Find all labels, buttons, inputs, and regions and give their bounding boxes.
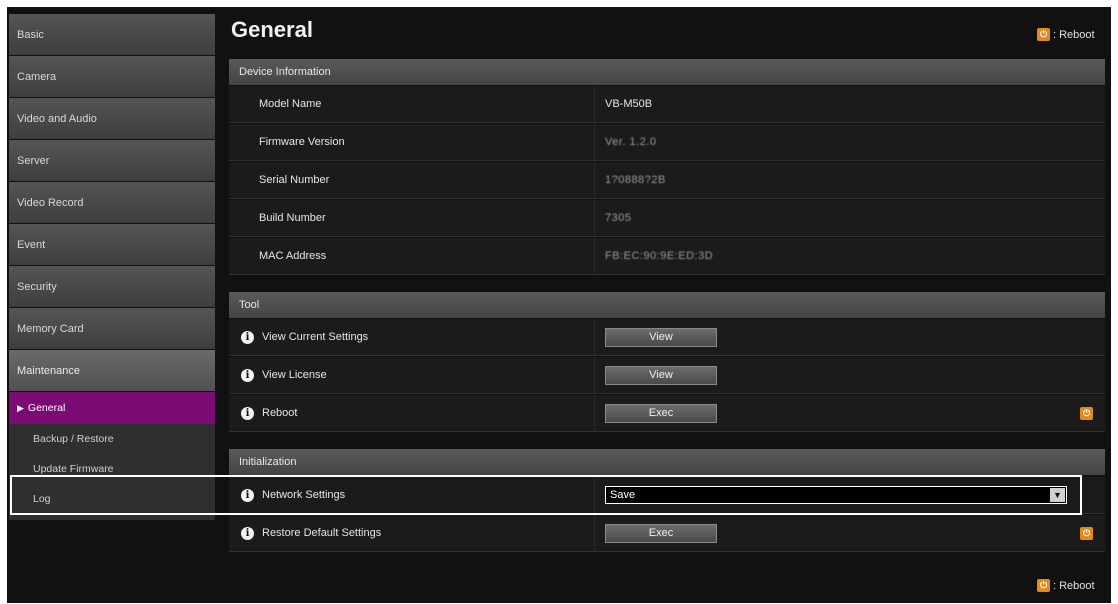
row-restore-default-settings: i Restore Default Settings Exec ⏻ (229, 515, 1105, 552)
field-value: 7305 (605, 212, 632, 224)
power-icon: ⏻ (1037, 579, 1050, 592)
field-value-cell: FB:EC:90:9E:ED:3D (594, 238, 1105, 274)
field-label-cell: i View License (229, 357, 594, 393)
row-model-name: Model Name VB-M50B (229, 86, 1105, 123)
field-value-cell: Save ▼ (594, 477, 1105, 513)
submenu-item-general[interactable]: ▶ General (9, 392, 215, 424)
submenu-item-backup-restore[interactable]: Backup / Restore (9, 424, 215, 454)
field-value: 1?0888?2B (605, 174, 666, 186)
sidebar-item-label: Security (17, 280, 57, 293)
sidebar-item-label: Maintenance (17, 364, 80, 377)
field-label: Model Name (259, 98, 322, 110)
sidebar-item-maintenance[interactable]: Maintenance (9, 350, 215, 391)
network-settings-select[interactable]: Save ▼ (605, 486, 1067, 504)
reboot-link-top[interactable]: ⏻ : Reboot (1037, 28, 1095, 41)
field-label: Restore Default Settings (262, 527, 382, 539)
field-label: View Current Settings (262, 331, 369, 343)
maintenance-submenu: ▶ General Backup / Restore Update Firmwa… (9, 392, 215, 520)
submenu-item-log[interactable]: Log (9, 484, 215, 514)
info-icon[interactable]: i (241, 406, 254, 420)
info-icon[interactable]: i (241, 368, 254, 382)
sidebar-item-video-audio[interactable]: Video and Audio (9, 98, 215, 139)
sidebar-item-video-record[interactable]: Video Record (9, 182, 215, 223)
info-icon[interactable]: i (241, 330, 254, 344)
field-value-cell: 7305 (594, 200, 1105, 236)
sidebar-item-label: Server (17, 154, 50, 167)
sidebar-item-label: Video and Audio (17, 112, 97, 125)
section-initialization: Initialization (229, 449, 1105, 475)
row-network-settings: i Network Settings Save ▼ (229, 477, 1105, 514)
chevron-down-icon: ▼ (1050, 488, 1065, 502)
sidebar-item-camera[interactable]: Camera (9, 56, 215, 97)
field-value-cell: Exec (594, 395, 1105, 431)
sidebar: Basic Camera Video and Audio Server Vide… (9, 14, 215, 520)
sidebar-item-memory-card[interactable]: Memory Card (9, 308, 215, 349)
view-current-settings-button[interactable]: View (605, 327, 717, 347)
triangle-right-icon: ▶ (17, 402, 24, 413)
app-frame: Basic Camera Video and Audio Server Vide… (7, 7, 1111, 603)
field-label-cell: i View Current Settings (229, 319, 594, 355)
restore-exec-button[interactable]: Exec (605, 523, 717, 543)
sidebar-item-server[interactable]: Server (9, 140, 215, 181)
field-value-cell: 1?0888?2B (594, 162, 1105, 198)
power-icon: ⏻ (1037, 28, 1050, 41)
section-device-information: Device Information (229, 59, 1105, 85)
field-value: Ver. 1.2.0 (605, 136, 657, 148)
row-firmware-version: Firmware Version Ver. 1.2.0 (229, 124, 1105, 161)
page-title: General (231, 17, 313, 42)
select-value: Save (610, 489, 636, 501)
row-serial-number: Serial Number 1?0888?2B (229, 162, 1105, 199)
sidebar-item-label: Camera (17, 70, 57, 83)
field-label: Build Number (259, 212, 326, 224)
sidebar-item-label: Memory Card (17, 322, 84, 335)
field-label: Serial Number (259, 174, 330, 186)
row-build-number: Build Number 7305 (229, 200, 1105, 237)
sidebar-item-security[interactable]: Security (9, 266, 215, 307)
field-label: Firmware Version (259, 136, 345, 148)
row-reboot: i Reboot Exec ⏻ (229, 395, 1105, 432)
field-value-cell: View (594, 357, 1105, 393)
row-view-license: i View License View (229, 357, 1105, 394)
row-view-current-settings: i View Current Settings View (229, 319, 1105, 356)
sidebar-item-label: Video Record (17, 196, 84, 209)
reboot-link-bottom[interactable]: ⏻ : Reboot (1037, 579, 1095, 592)
sidebar-item-label: Event (17, 238, 46, 251)
field-label-cell: i Network Settings (229, 477, 594, 513)
field-value: FB:EC:90:9E:ED:3D (605, 250, 714, 262)
reboot-label: : Reboot (1053, 579, 1095, 592)
section-tool: Tool (229, 292, 1105, 318)
field-label: MAC Address (259, 250, 327, 262)
reboot-exec-button[interactable]: Exec (605, 403, 717, 423)
field-value: VB-M50B (594, 86, 1105, 122)
power-icon: ⏻ (1080, 407, 1093, 420)
submenu-item-label: Log (33, 493, 51, 505)
field-label: View License (262, 369, 327, 381)
field-value-cell: Ver. 1.2.0 (594, 124, 1105, 160)
submenu-item-label: Backup / Restore (33, 433, 114, 445)
row-mac-address: MAC Address FB:EC:90:9E:ED:3D (229, 238, 1105, 275)
power-icon: ⏻ (1080, 527, 1093, 540)
field-label: Network Settings (262, 489, 346, 501)
info-icon[interactable]: i (241, 526, 254, 540)
submenu-item-label: Update Firmware (33, 463, 114, 475)
field-label-cell: i Restore Default Settings (229, 515, 594, 551)
sidebar-item-event[interactable]: Event (9, 224, 215, 265)
submenu-item-update-firmware[interactable]: Update Firmware (9, 454, 215, 484)
reboot-label: : Reboot (1053, 28, 1095, 41)
field-value-cell: Exec (594, 515, 1105, 551)
submenu-item-label: General (27, 402, 66, 414)
sidebar-item-label: Basic (17, 28, 44, 41)
sidebar-item-basic[interactable]: Basic (9, 14, 215, 55)
view-license-button[interactable]: View (605, 365, 717, 385)
field-value-cell: View (594, 319, 1105, 355)
info-icon[interactable]: i (241, 488, 254, 502)
field-label-cell: i Reboot (229, 395, 594, 431)
field-label: Reboot (262, 407, 298, 419)
